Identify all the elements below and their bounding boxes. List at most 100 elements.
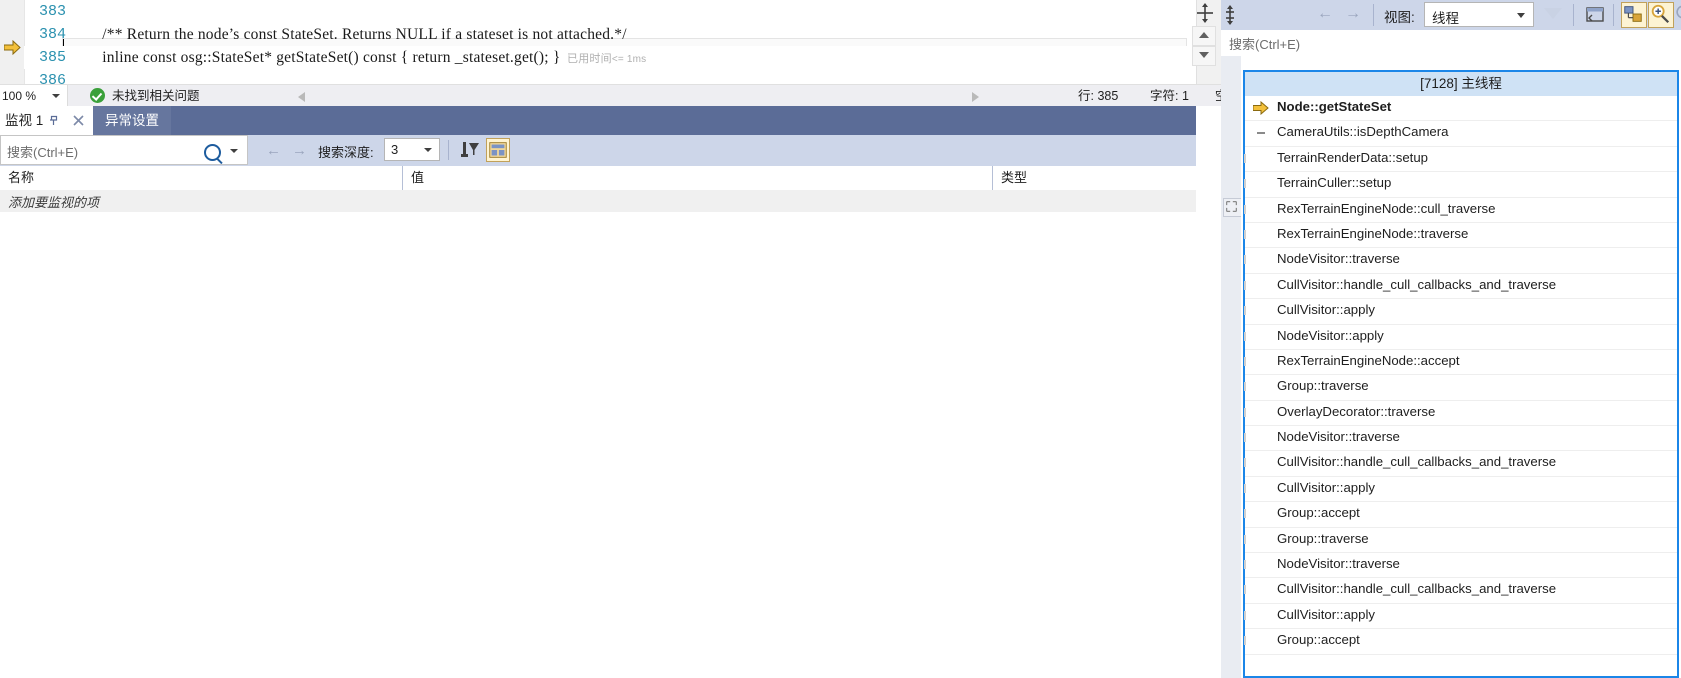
call-stack-row[interactable]: CullVisitor::apply [1244,604,1677,630]
call-stack-row[interactable]: CullVisitor::handle_cull_callbacks_and_t… [1244,451,1677,477]
back-arrow-icon[interactable]: ← [266,143,281,158]
call-stack-row[interactable]: Group::traverse [1244,528,1677,554]
thread-header-label: [7128] 主线程 [1420,76,1502,91]
call-stack-search-input[interactable]: 搜索(Ctrl+E) [1221,30,1681,57]
scroll-up-button[interactable] [1192,26,1216,46]
call-stack-frame-label: NodeVisitor::traverse [1277,556,1400,572]
frame-tick-icon [1244,179,1246,189]
column-header-name[interactable]: 名称 [0,166,403,190]
show-raw-structure-icon[interactable] [486,138,510,162]
line-text: inline const osg::StateSet* getStateSet(… [86,49,647,66]
frame-tick-icon [1244,509,1246,519]
call-stack-row[interactable]: Group::accept [1244,629,1677,655]
call-stack-row[interactable]: NodeVisitor::traverse [1244,553,1677,579]
column-header-type[interactable]: 类型 [993,166,1221,190]
current-frame-arrow-icon [1253,101,1269,115]
chevron-down-icon [52,94,60,98]
line-text: /** Return the node’s const StateSet. Re… [86,26,627,43]
call-stack-row[interactable]: TerrainCuller::setup [1244,172,1677,198]
search-depth-combo[interactable]: 3 [384,138,440,161]
forward-arrow-icon[interactable]: → [292,143,307,158]
pane-splitter[interactable] [1196,106,1221,678]
tab-watch-1-label: 监视 1 [5,113,44,128]
back-arrow-icon[interactable]: ← [1317,6,1333,22]
move-handle-icon [1226,5,1234,25]
search-options-chevron-down-icon[interactable] [230,149,238,153]
call-stack-frames[interactable]: Node::getStateSetCameraUtils::isDepthCam… [1244,96,1677,678]
call-stack-frame-label: RexTerrainEngineNode::traverse [1277,225,1469,241]
call-stack-frame-label: RexTerrainEngineNode::accept [1277,352,1460,368]
call-stack-row[interactable]: OverlayDecorator::traverse [1244,401,1677,427]
rail-expand-button[interactable] [1223,198,1242,217]
line-indicator: 行: 385 [1078,89,1119,103]
watch-grid-empty-area[interactable] [0,212,1221,678]
search-icon[interactable] [204,144,221,161]
watch-window-tabstrip: 监视 1 异常设置 [0,106,1221,135]
call-stack-row[interactable]: CullVisitor::apply [1244,299,1677,325]
frame-tick-icon [1244,636,1246,646]
tab-exception-settings-label: 异常设置 [105,113,159,128]
watch-search-placeholder: 搜索(Ctrl+E) [7,145,79,160]
filter-funnel-icon[interactable] [1544,8,1562,19]
next-issue-icon[interactable] [972,92,979,102]
call-stack-row[interactable]: TerrainRenderData::setup [1244,147,1677,173]
call-stack-row[interactable]: CullVisitor::handle_cull_callbacks_and_t… [1244,578,1677,604]
watch-grid-header: 名称 值 类型 [0,166,1221,190]
toggle-method-view-icon[interactable] [1621,2,1647,28]
view-combo[interactable]: 线程 [1424,2,1534,27]
frame-tick-icon [1244,407,1246,417]
forward-arrow-icon[interactable]: → [1345,6,1361,22]
search-stack-icon[interactable] [1648,2,1674,28]
code-editor[interactable]: 383 384 /** Return the node’s const Stat… [0,0,1221,84]
toolbar-gripper[interactable] [1221,0,1239,30]
refresh-icon[interactable] [1673,2,1681,28]
call-stack-row[interactable]: NodeVisitor::traverse [1244,426,1677,452]
scroll-down-button[interactable] [1192,46,1216,66]
chevron-down-icon [424,148,432,152]
call-stack-row[interactable]: NodeVisitor::traverse [1244,248,1677,274]
column-indicator: 字符: 1 [1150,89,1189,103]
call-stack-row[interactable]: RexTerrainEngineNode::cull_traverse [1244,198,1677,223]
frame-tick-icon [1244,483,1246,493]
frame-tick-icon [1244,306,1246,316]
tab-exception-settings[interactable]: 异常设置 [93,106,171,135]
close-icon[interactable] [72,114,85,127]
call-stack-frame-label: RexTerrainEngineNode::cull_traverse [1277,200,1496,216]
visual-studio-debugger-window: 383 384 /** Return the node’s const Stat… [0,0,1681,678]
call-stack-row[interactable]: RexTerrainEngineNode::accept [1244,350,1677,376]
call-stack-row[interactable]: Group::accept [1244,502,1677,528]
editor-text-area[interactable]: 383 384 /** Return the node’s const Stat… [24,0,1187,84]
frame-tick-icon [1244,433,1246,443]
match-case-filter-icon[interactable] [458,138,482,162]
call-stack-row[interactable]: Group::traverse [1244,375,1677,401]
previous-issue-icon[interactable] [298,92,305,102]
call-stack-row-current[interactable]: Node::getStateSet [1245,96,1677,122]
code-line-current[interactable]: 385 inline const osg::StateSet* getState… [24,46,1187,69]
pin-icon[interactable] [48,114,61,127]
call-stack-row[interactable]: NodeVisitor::apply [1244,325,1677,350]
watch-search-input[interactable]: 搜索(Ctrl+E) [0,135,248,165]
editor-breakpoint-gutter[interactable] [0,0,25,84]
code-line[interactable]: 383 [24,0,1187,23]
watch-add-item-row[interactable]: 添加要监视的项 [0,190,1221,212]
split-view-icon[interactable] [1194,2,1216,24]
call-stack-row[interactable]: CullVisitor::handle_cull_callbacks_and_t… [1244,274,1677,300]
call-stack-frame-label: Node::getStateSet [1277,99,1392,114]
tab-watch-1[interactable]: 监视 1 [0,106,93,135]
line-number: 385 [38,49,66,66]
frame-tick-icon [1244,356,1246,366]
frame-tick-icon [1244,585,1246,595]
frame-tick-icon [1244,458,1246,468]
call-stack-frame-label: TerrainRenderData::setup [1277,149,1429,165]
call-stack-row[interactable]: RexTerrainEngineNode::traverse [1244,223,1677,249]
show-external-code-icon[interactable] [1583,2,1609,28]
call-stack-row[interactable]: CameraUtils::isDepthCamera [1245,121,1677,147]
zoom-level-combo[interactable]: 100 % [0,85,68,107]
thread-header-row[interactable]: [7128] 主线程 [1245,72,1677,96]
code-line[interactable]: 384 /** Return the node’s const StateSet… [24,23,1187,46]
line-number: 386 [38,72,66,84]
call-stack-row[interactable]: CullVisitor::apply [1244,477,1677,503]
frame-tick-icon [1244,610,1246,620]
code-line[interactable]: 386 [24,69,1187,84]
column-header-value[interactable]: 值 [403,166,993,190]
